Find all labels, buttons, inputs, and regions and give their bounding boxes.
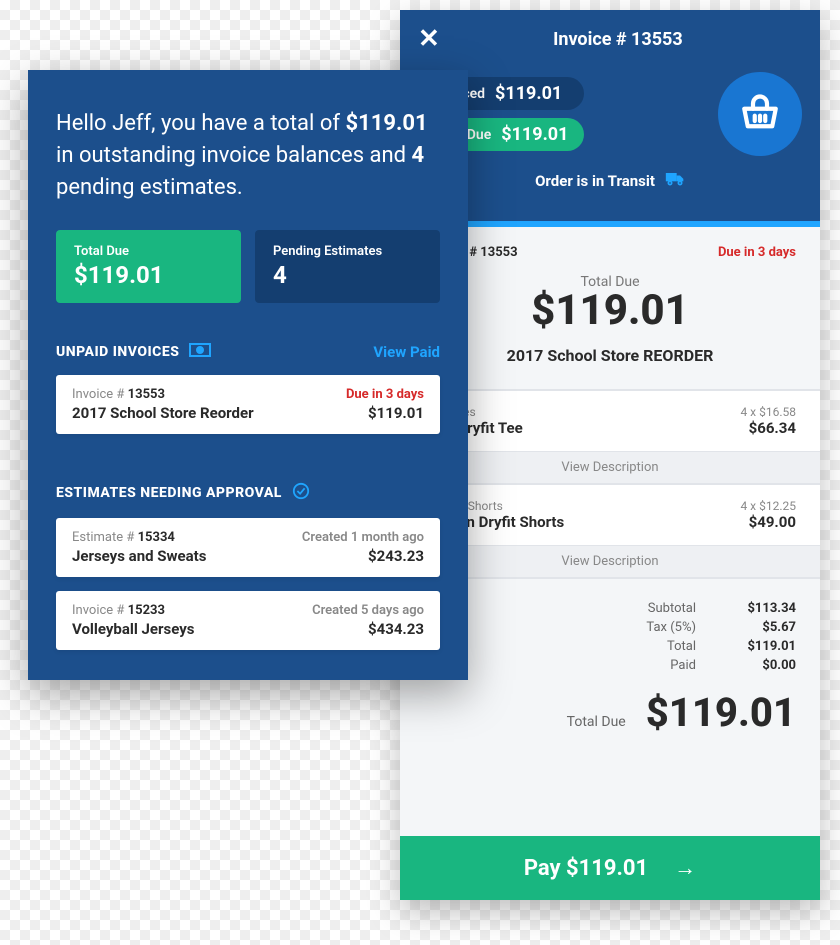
estimate-ref: Estimate # 15334 (72, 530, 175, 545)
total-due-value: $119.01 (646, 689, 796, 736)
subtotal-label: Subtotal (626, 601, 696, 616)
estimate-ref: Invoice # 15233 (72, 603, 165, 618)
close-icon[interactable]: ✕ (418, 24, 440, 54)
item-subtotal: $66.34 (749, 419, 796, 437)
truck-icon (665, 170, 685, 191)
stat-total-due-label: Total Due (74, 244, 223, 259)
summary-due: Due in 3 days (718, 245, 796, 260)
estimate-meta: Created 1 month ago (302, 530, 424, 545)
arrow-right-icon: → (674, 855, 696, 881)
estimate-card[interactable]: Invoice # 15233 Created 5 days ago Volle… (56, 591, 440, 650)
estimate-amount: $243.23 (368, 547, 424, 565)
total-due-pill-value: $119.01 (501, 124, 568, 145)
tax-value: $5.67 (726, 620, 796, 635)
invoice-due-badge: Due in 3 days (346, 387, 424, 402)
order-status: Order is in Transit (418, 170, 802, 191)
money-icon (189, 343, 211, 361)
subtotal-value: $113.34 (726, 601, 796, 616)
item-qty: 4 x $12.25 (740, 499, 796, 513)
unpaid-invoices-heading: UNPAID INVOICES (56, 343, 211, 361)
tax-label: Tax (5%) (626, 620, 696, 635)
paid-value: $0.00 (726, 658, 796, 673)
pay-button-label: Pay $119.01 (524, 856, 648, 881)
stat-pending-estimates[interactable]: Pending Estimates 4 (255, 230, 440, 303)
estimate-name: Jerseys and Sweats (72, 547, 206, 565)
basket-icon (739, 93, 781, 135)
invoice-amount: $119.01 (368, 404, 424, 422)
invoice-ref: Invoice # 13553 (72, 387, 165, 402)
estimates-heading: ESTIMATES NEEDING APPROVAL (56, 482, 310, 504)
paid-label: Paid (626, 658, 696, 673)
invoiced-value: $119.01 (495, 83, 562, 104)
total-due-label: Total Due (567, 714, 626, 730)
stat-total-due-value: $119.01 (74, 261, 223, 289)
stat-pending-value: 4 (273, 261, 422, 289)
item-subtotal: $49.00 (749, 513, 796, 531)
total-value: $119.01 (726, 639, 796, 654)
basket-button[interactable] (718, 72, 802, 156)
estimate-meta: Created 5 days ago (312, 603, 424, 618)
stat-total-due[interactable]: Total Due $119.01 (56, 230, 241, 303)
order-status-text: Order is in Transit (535, 172, 655, 190)
pay-button[interactable]: Pay $119.01 → (400, 836, 820, 900)
estimate-name: Volleyball Jerseys (72, 620, 195, 638)
invoice-name: 2017 School Store Reorder (72, 404, 254, 422)
greeting-text: Hello Jeff, you have a total of $119.01 … (56, 108, 440, 204)
detail-title: Invoice # 13553 (460, 29, 776, 50)
invoice-card[interactable]: Invoice # 13553 Due in 3 days 2017 Schoo… (56, 375, 440, 434)
estimate-card[interactable]: Estimate # 15334 Created 1 month ago Jer… (56, 518, 440, 577)
estimate-amount: $434.23 (368, 620, 424, 638)
stat-pending-label: Pending Estimates (273, 244, 422, 259)
check-circle-icon (292, 482, 310, 504)
total-label: Total (626, 639, 696, 654)
view-paid-link[interactable]: View Paid (373, 343, 440, 361)
summary-order-name: 2017 School Store REORDER (424, 346, 796, 365)
item-qty: 4 x $16.58 (740, 405, 796, 419)
dashboard-panel: Hello Jeff, you have a total of $119.01 … (28, 70, 468, 680)
summary-total-due-value: $119.01 (424, 290, 796, 332)
